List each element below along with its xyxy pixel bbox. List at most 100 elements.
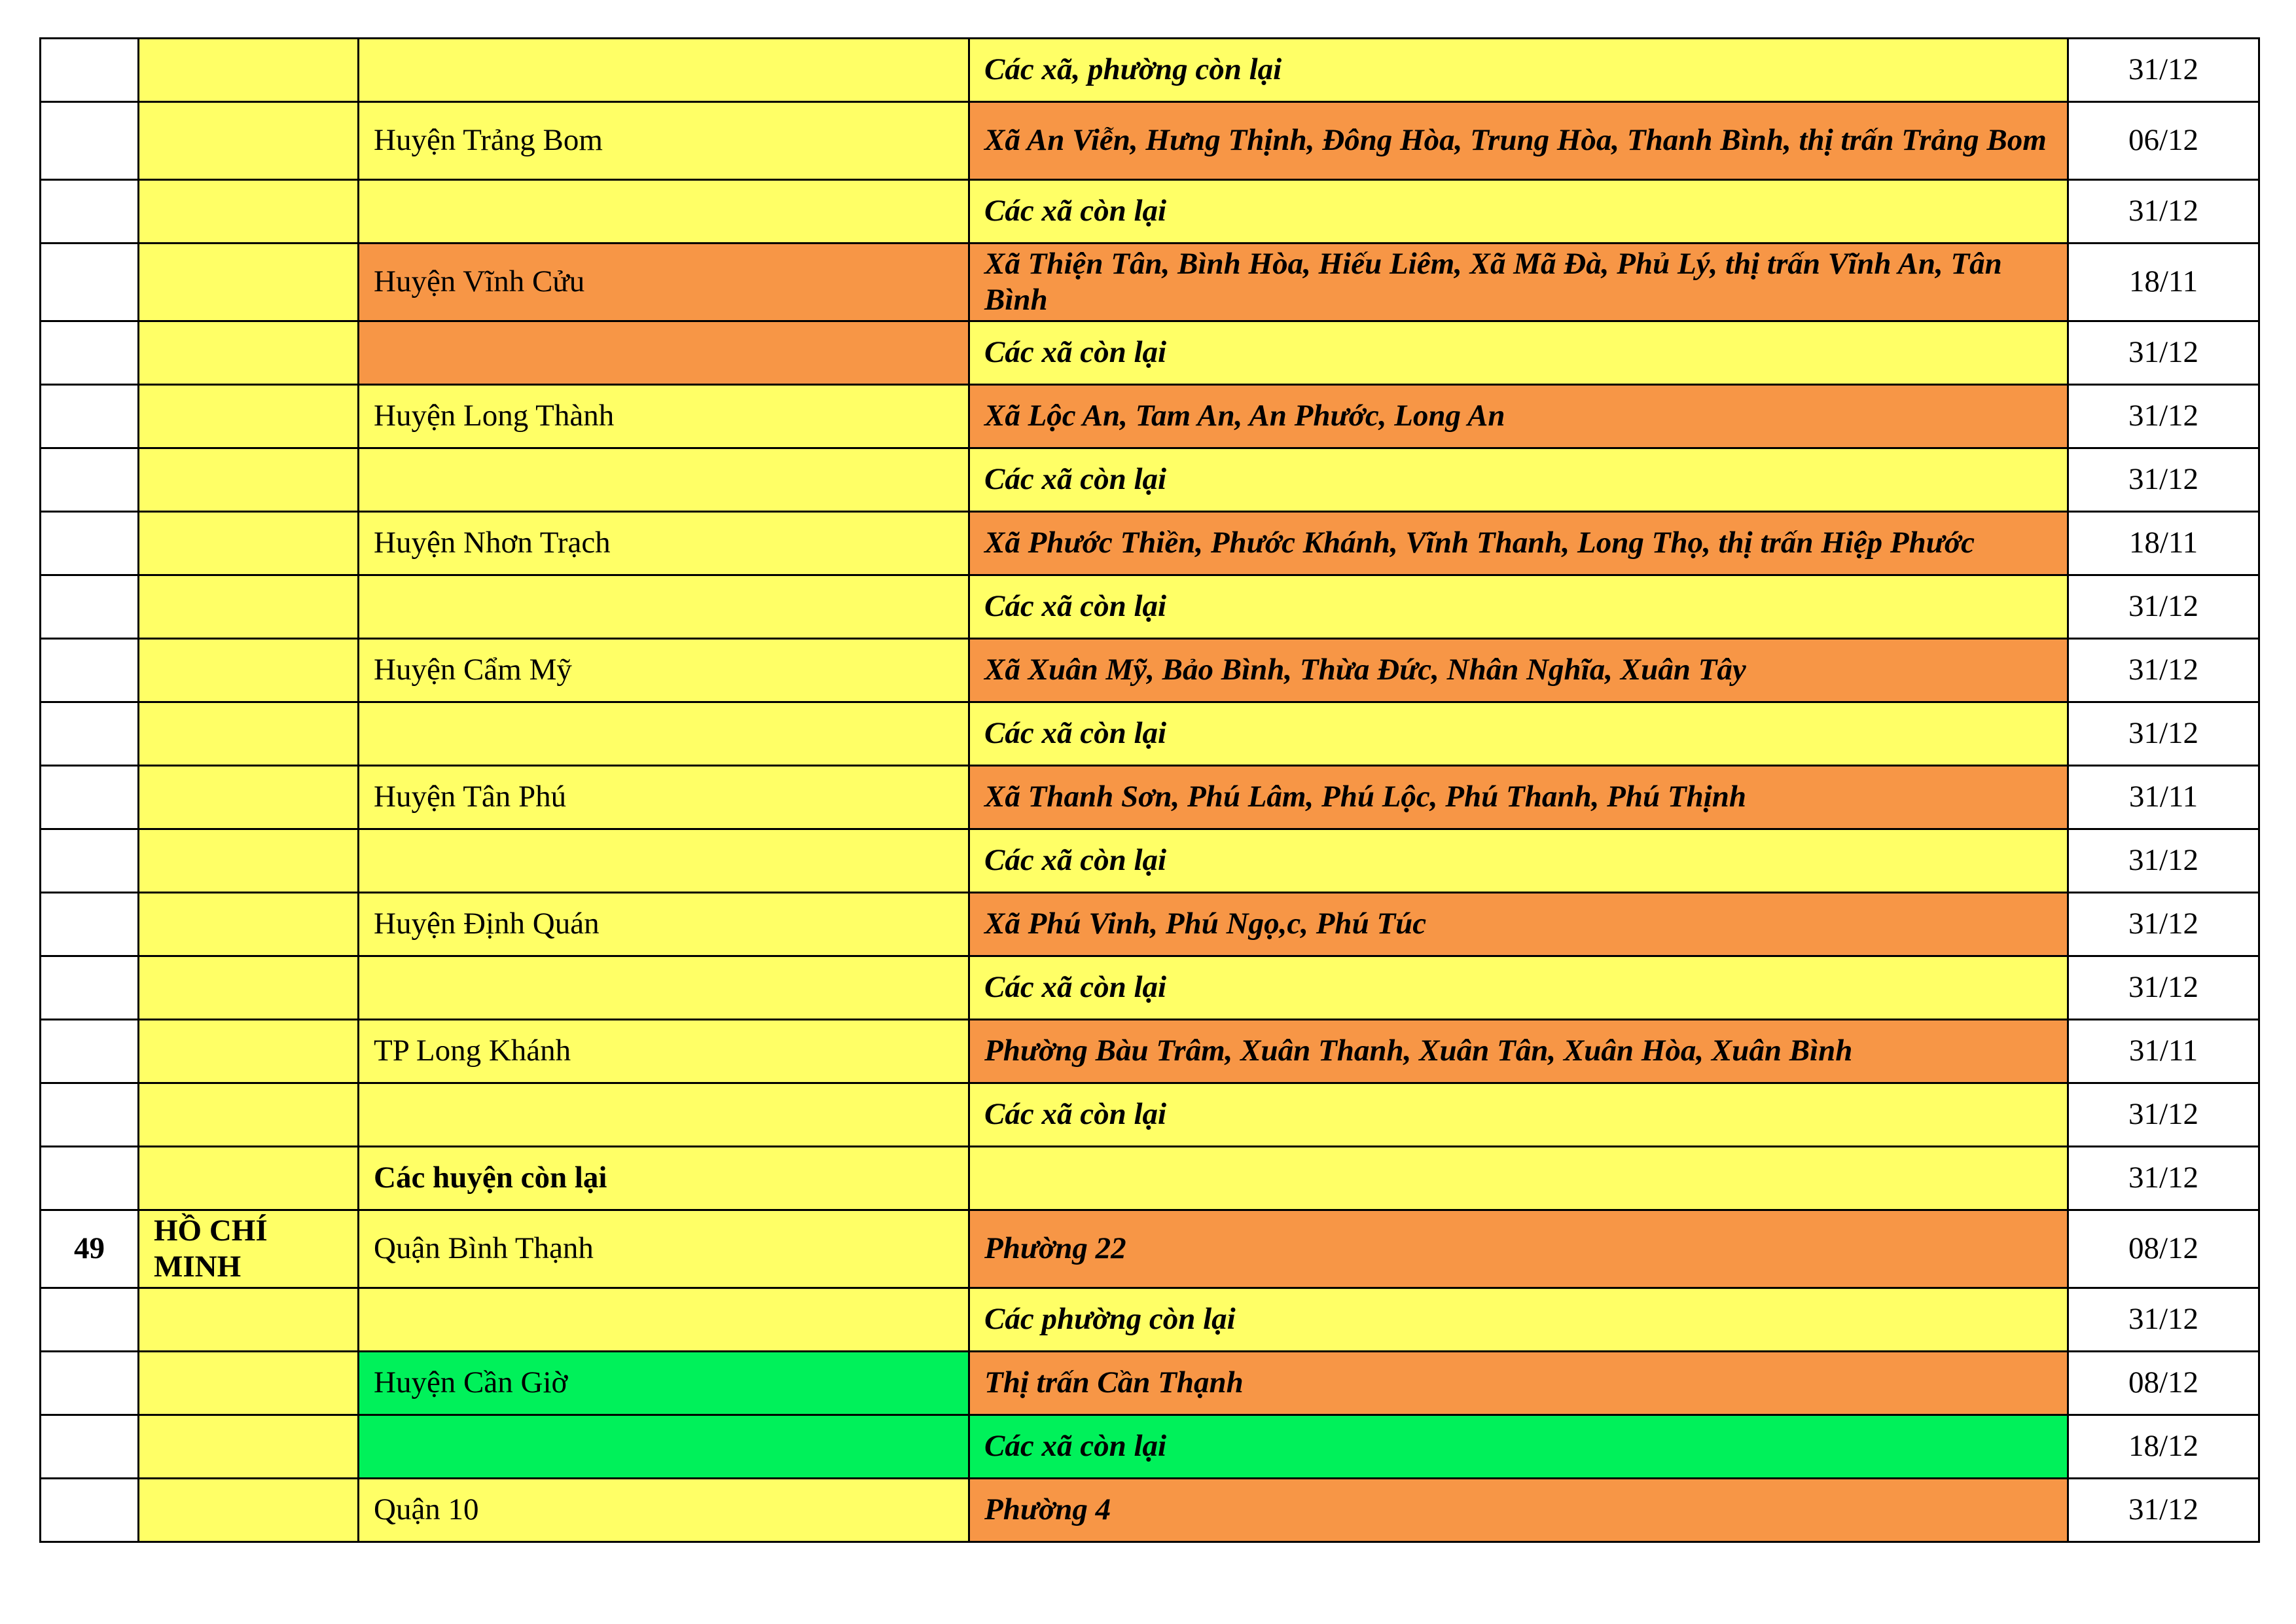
table-row: Các huyện còn lại 31/12 xyxy=(39,1146,2260,1211)
district-cell xyxy=(357,1287,970,1352)
district-cell: Huyện Vĩnh Cửu xyxy=(357,242,970,322)
table-row: Các xã còn lại 31/12 xyxy=(39,320,2260,386)
province-cell xyxy=(137,828,359,893)
table-row: Huyện Trảng Bom Xã An Viễn, Hưng Thịnh, … xyxy=(39,101,2260,181)
province-cell xyxy=(137,638,359,703)
areas-cell: Các xã còn lại xyxy=(968,1082,2069,1147)
row-number xyxy=(39,511,139,576)
table-row: Các xã còn lại 31/12 xyxy=(39,955,2260,1020)
district-cell: Huyện Nhơn Trạch xyxy=(357,511,970,576)
province-cell xyxy=(137,1287,359,1352)
areas-cell: Phường 22 xyxy=(968,1209,2069,1289)
risk-level-table: Các xã, phường còn lại 31/12 Huyện Trảng… xyxy=(39,37,2260,1543)
province-cell xyxy=(137,701,359,767)
areas-cell: Phường Bàu Trâm, Xuân Thanh, Xuân Tân, X… xyxy=(968,1019,2069,1084)
table-row: Quận 10 Phường 4 31/12 xyxy=(39,1477,2260,1543)
date-cell: 08/12 xyxy=(2067,1209,2260,1289)
district-cell: Quận 10 xyxy=(357,1477,970,1543)
date-cell: 31/12 xyxy=(2067,179,2260,244)
date-cell: 31/12 xyxy=(2067,828,2260,893)
areas-cell: Xã Thanh Sơn, Phú Lâm, Phú Lộc, Phú Than… xyxy=(968,765,2069,830)
areas-cell: Các xã còn lại xyxy=(968,179,2069,244)
table-row: Các xã còn lại 31/12 xyxy=(39,574,2260,640)
province-cell xyxy=(137,1477,359,1543)
province-cell xyxy=(137,320,359,386)
areas-cell: Các phường còn lại xyxy=(968,1287,2069,1352)
row-number xyxy=(39,1350,139,1416)
areas-cell: Thị trấn Cần Thạnh xyxy=(968,1350,2069,1416)
district-cell xyxy=(357,320,970,386)
table-row: Các xã còn lại 31/12 xyxy=(39,828,2260,893)
row-number xyxy=(39,1287,139,1352)
district-cell xyxy=(357,1414,970,1479)
row-number xyxy=(39,1414,139,1479)
district-cell xyxy=(357,701,970,767)
date-cell: 31/12 xyxy=(2067,320,2260,386)
province-cell xyxy=(137,1019,359,1084)
date-cell: 31/11 xyxy=(2067,765,2260,830)
province-cell xyxy=(137,1350,359,1416)
date-cell: 18/11 xyxy=(2067,511,2260,576)
province-cell xyxy=(137,1414,359,1479)
row-number xyxy=(39,955,139,1020)
province-cell xyxy=(137,179,359,244)
row-number xyxy=(39,1019,139,1084)
district-cell: TP Long Khánh xyxy=(357,1019,970,1084)
date-cell: 31/12 xyxy=(2067,574,2260,640)
row-number xyxy=(39,574,139,640)
areas-cell: Phường 4 xyxy=(968,1477,2069,1543)
table-row: Các xã còn lại 31/12 xyxy=(39,447,2260,513)
table-row: Các xã còn lại 31/12 xyxy=(39,1082,2260,1147)
province-cell xyxy=(137,1082,359,1147)
row-number xyxy=(39,37,139,103)
table-row: 49 HỒ CHÍ MINH Quận Bình Thạnh Phường 22… xyxy=(39,1209,2260,1289)
row-number xyxy=(39,765,139,830)
row-number xyxy=(39,638,139,703)
date-cell: 31/12 xyxy=(2067,701,2260,767)
province-cell xyxy=(137,101,359,181)
row-number xyxy=(39,1082,139,1147)
row-number xyxy=(39,1477,139,1543)
table-row: Các xã, phường còn lại 31/12 xyxy=(39,37,2260,103)
table-row: Huyện Định Quán Xã Phú Vinh, Phú Ngọ,c, … xyxy=(39,892,2260,957)
district-cell: Huyện Cẩm Mỹ xyxy=(357,638,970,703)
row-number xyxy=(39,828,139,893)
row-number xyxy=(39,892,139,957)
district-cell xyxy=(357,179,970,244)
row-number: 49 xyxy=(39,1209,139,1289)
areas-cell: Các xã còn lại xyxy=(968,447,2069,513)
table-row: Các xã còn lại 31/12 xyxy=(39,701,2260,767)
areas-cell: Các xã còn lại xyxy=(968,701,2069,767)
date-cell: 31/12 xyxy=(2067,37,2260,103)
row-number xyxy=(39,242,139,322)
province-cell xyxy=(137,447,359,513)
date-cell: 31/12 xyxy=(2067,1477,2260,1543)
province-cell xyxy=(137,1146,359,1211)
district-cell xyxy=(357,828,970,893)
province-cell: HỒ CHÍ MINH xyxy=(137,1209,359,1289)
district-cell xyxy=(357,447,970,513)
areas-cell: Xã An Viễn, Hưng Thịnh, Đông Hòa, Trung … xyxy=(968,101,2069,181)
areas-cell: Các xã còn lại xyxy=(968,828,2069,893)
areas-cell xyxy=(968,1146,2069,1211)
table-row: Các phường còn lại 31/12 xyxy=(39,1287,2260,1352)
district-cell xyxy=(357,37,970,103)
province-cell xyxy=(137,37,359,103)
areas-cell: Xã Thiện Tân, Bình Hòa, Hiếu Liêm, Xã Mã… xyxy=(968,242,2069,322)
areas-cell: Xã Lộc An, Tam An, An Phước, Long An xyxy=(968,384,2069,449)
row-number xyxy=(39,179,139,244)
areas-cell: Xã Xuân Mỹ, Bảo Bình, Thừa Đức, Nhân Ngh… xyxy=(968,638,2069,703)
district-cell: Huyện Trảng Bom xyxy=(357,101,970,181)
date-cell: 31/12 xyxy=(2067,955,2260,1020)
row-number xyxy=(39,1146,139,1211)
table-row: Huyện Tân Phú Xã Thanh Sơn, Phú Lâm, Phú… xyxy=(39,765,2260,830)
date-cell: 31/12 xyxy=(2067,638,2260,703)
table-row: Huyện Nhơn Trạch Xã Phước Thiền, Phước K… xyxy=(39,511,2260,576)
row-number xyxy=(39,320,139,386)
areas-cell: Các xã còn lại xyxy=(968,955,2069,1020)
date-cell: 06/12 xyxy=(2067,101,2260,181)
district-cell: Quận Bình Thạnh xyxy=(357,1209,970,1289)
date-cell: 31/11 xyxy=(2067,1019,2260,1084)
district-cell xyxy=(357,574,970,640)
district-cell xyxy=(357,1082,970,1147)
